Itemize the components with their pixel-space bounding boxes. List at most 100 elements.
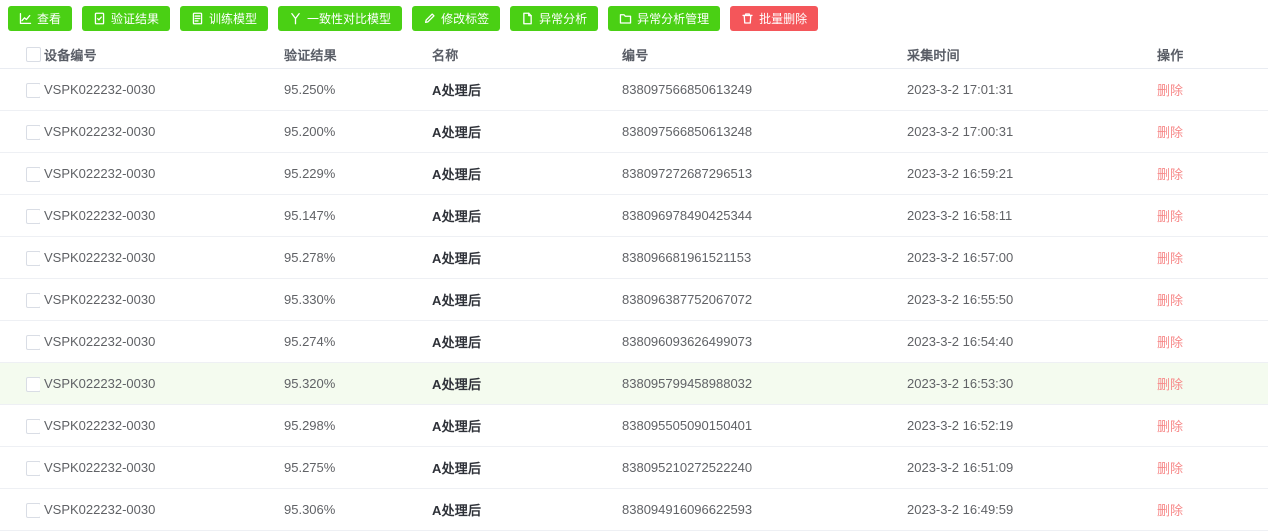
batch-delete-button[interactable]: 批量删除: [730, 6, 819, 31]
cell-code: 838097566850613248: [618, 110, 903, 153]
delete-link[interactable]: 删除: [1157, 503, 1183, 518]
delete-link[interactable]: 删除: [1157, 377, 1183, 392]
cell-verify-result: 95.275%: [280, 446, 428, 489]
row-checkbox[interactable]: [26, 334, 40, 350]
cell-verify-result: 95.278%: [280, 236, 428, 279]
cell-name: A处理后: [428, 362, 618, 405]
cell-device-number: VSPK022232-0030: [40, 488, 280, 531]
column-header-name: 名称: [428, 40, 618, 69]
select-all-checkbox[interactable]: [26, 47, 41, 63]
cell-name: A处理后: [428, 110, 618, 153]
delete-link[interactable]: 删除: [1157, 125, 1183, 140]
cell-collect-time: 2023-3-2 16:55:50: [903, 278, 1153, 321]
modify-label-button-label: 修改标签: [441, 12, 490, 26]
train-model-button-label: 训练模型: [209, 12, 258, 26]
report-check-icon: [93, 12, 106, 25]
cell-device-number: VSPK022232-0030: [40, 404, 280, 447]
trash-icon: [741, 12, 754, 25]
toolbar: 查看 验证结果 训练模型 一致性对比模型 修改标签 异常分析 异常分析管理 批量…: [0, 0, 1268, 33]
delete-link[interactable]: 删除: [1157, 293, 1183, 308]
cell-name: A处理后: [428, 404, 618, 447]
cell-collect-time: 2023-3-2 17:01:31: [903, 68, 1153, 111]
cell-name: A处理后: [428, 446, 618, 489]
table-row: VSPK022232-0030 95.298% A处理后 83809550509…: [0, 404, 1268, 447]
row-checkbox[interactable]: [26, 82, 40, 98]
table-row: VSPK022232-0030 95.200% A处理后 83809756685…: [0, 110, 1268, 153]
delete-link[interactable]: 删除: [1157, 461, 1183, 476]
document-lines-icon: [191, 12, 204, 25]
cell-collect-time: 2023-3-2 16:51:09: [903, 446, 1153, 489]
cell-device-number: VSPK022232-0030: [40, 152, 280, 195]
table-header-row: 设备编号 验证结果 名称 编号 采集时间 操作: [0, 40, 1268, 69]
line-chart-icon: [19, 12, 32, 25]
folder-icon: [619, 12, 632, 25]
batch-delete-button-label: 批量删除: [759, 12, 808, 26]
cell-code: 838097566850613249: [618, 68, 903, 111]
cell-device-number: VSPK022232-0030: [40, 68, 280, 111]
anomaly-analysis-manage-button-label: 异常分析管理: [637, 12, 710, 26]
cell-collect-time: 2023-3-2 16:54:40: [903, 320, 1153, 363]
column-header-operation: 操作: [1153, 40, 1268, 69]
table-row: VSPK022232-0030 95.274% A处理后 83809609362…: [0, 320, 1268, 363]
branch-icon: [289, 12, 302, 25]
row-checkbox[interactable]: [26, 292, 40, 308]
cell-code: 838095505090150401: [618, 404, 903, 447]
cell-verify-result: 95.330%: [280, 278, 428, 321]
cell-verify-result: 95.306%: [280, 488, 428, 531]
cell-verify-result: 95.229%: [280, 152, 428, 195]
row-checkbox[interactable]: [26, 208, 40, 224]
table-row: VSPK022232-0030 95.147% A处理后 83809697849…: [0, 194, 1268, 237]
column-header-verify-result: 验证结果: [280, 40, 428, 69]
table-row: VSPK022232-0030 95.250% A处理后 83809756685…: [0, 68, 1268, 111]
row-checkbox[interactable]: [26, 376, 40, 392]
cell-code: 838097272687296513: [618, 152, 903, 195]
cell-name: A处理后: [428, 488, 618, 531]
data-table: 设备编号 验证结果 名称 编号 采集时间 操作 VSPK022232-0030 …: [0, 40, 1268, 531]
cell-device-number: VSPK022232-0030: [40, 320, 280, 363]
modify-label-button[interactable]: 修改标签: [412, 6, 501, 31]
table-body: VSPK022232-0030 95.250% A处理后 83809756685…: [0, 68, 1268, 531]
cell-name: A处理后: [428, 236, 618, 279]
table-row: VSPK022232-0030 95.306% A处理后 83809491609…: [0, 488, 1268, 531]
delete-link[interactable]: 删除: [1157, 83, 1183, 98]
cell-name: A处理后: [428, 152, 618, 195]
anomaly-analysis-button[interactable]: 异常分析: [510, 6, 599, 31]
row-checkbox[interactable]: [26, 166, 40, 182]
consistency-compare-model-button[interactable]: 一致性对比模型: [278, 6, 403, 31]
cell-code: 838096978490425344: [618, 194, 903, 237]
cell-verify-result: 95.298%: [280, 404, 428, 447]
delete-link[interactable]: 删除: [1157, 209, 1183, 224]
row-checkbox[interactable]: [26, 124, 40, 140]
cell-code: 838095799458988032: [618, 362, 903, 405]
cell-name: A处理后: [428, 194, 618, 237]
anomaly-analysis-button-label: 异常分析: [539, 12, 588, 26]
view-button[interactable]: 查看: [8, 6, 73, 31]
delete-link[interactable]: 删除: [1157, 335, 1183, 350]
cell-device-number: VSPK022232-0030: [40, 194, 280, 237]
row-checkbox[interactable]: [26, 418, 40, 434]
table-row: VSPK022232-0030 95.330% A处理后 83809638775…: [0, 278, 1268, 321]
verify-result-button[interactable]: 验证结果: [82, 6, 171, 31]
delete-link[interactable]: 删除: [1157, 251, 1183, 266]
cell-collect-time: 2023-3-2 16:49:59: [903, 488, 1153, 531]
cell-name: A处理后: [428, 68, 618, 111]
cell-verify-result: 95.147%: [280, 194, 428, 237]
delete-link[interactable]: 删除: [1157, 419, 1183, 434]
cell-code: 838096093626499073: [618, 320, 903, 363]
cell-code: 838094916096622593: [618, 488, 903, 531]
consistency-compare-model-button-label: 一致性对比模型: [307, 12, 392, 26]
anomaly-analysis-manage-button[interactable]: 异常分析管理: [608, 6, 721, 31]
delete-link[interactable]: 删除: [1157, 167, 1183, 182]
row-checkbox[interactable]: [26, 460, 40, 476]
cell-device-number: VSPK022232-0030: [40, 236, 280, 279]
cell-collect-time: 2023-3-2 16:52:19: [903, 404, 1153, 447]
edit-pencil-icon: [423, 12, 436, 25]
train-model-button[interactable]: 训练模型: [180, 6, 269, 31]
row-checkbox[interactable]: [26, 250, 40, 266]
table-row: VSPK022232-0030 95.229% A处理后 83809727268…: [0, 152, 1268, 195]
row-checkbox[interactable]: [26, 502, 40, 518]
cell-device-number: VSPK022232-0030: [40, 446, 280, 489]
cell-device-number: VSPK022232-0030: [40, 362, 280, 405]
cell-collect-time: 2023-3-2 16:58:11: [903, 194, 1153, 237]
view-button-label: 查看: [37, 12, 62, 26]
